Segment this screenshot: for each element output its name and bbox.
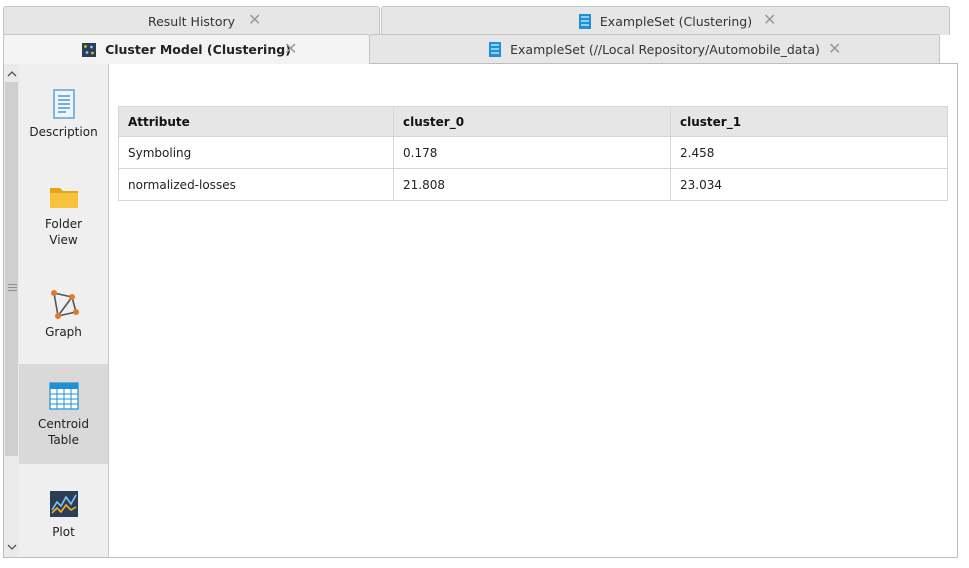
column-header-attribute[interactable]: Attribute xyxy=(118,106,394,137)
sidebar-item-folder-view[interactable]: Folder View xyxy=(19,180,108,260)
centroid-table: Attribute cluster_0 cluster_1 Symboling … xyxy=(118,106,948,201)
close-icon[interactable]: ✕ xyxy=(828,41,841,57)
cell-attribute: normalized-losses xyxy=(118,168,394,201)
chevron-down-icon[interactable] xyxy=(6,542,17,553)
sidebar-item-label: Centroid Table xyxy=(37,417,90,447)
close-icon[interactable]: ✕ xyxy=(248,12,261,28)
cell-cluster-0: 0.178 xyxy=(393,136,671,169)
results-panel: Description Folder View Graph Centroid T… xyxy=(3,63,958,558)
cell-cluster-0: 21.808 xyxy=(393,168,671,201)
table-row[interactable]: Symboling 0.178 2.458 xyxy=(118,136,948,169)
exampleset-icon xyxy=(489,42,502,57)
tab-exampleset-automobile[interactable]: ExampleSet (//Local Repository/Automobil… xyxy=(369,34,940,64)
sidebar-item-graph[interactable]: Graph xyxy=(19,288,108,348)
plot-icon xyxy=(49,491,78,517)
cell-cluster-1: 23.034 xyxy=(670,168,948,201)
scrollbar-thumb[interactable] xyxy=(5,82,18,456)
tab-label: ExampleSet (Clustering) xyxy=(599,13,753,29)
table-icon xyxy=(48,382,79,410)
sidebar-item-label: Graph xyxy=(45,325,82,339)
tab-label: ExampleSet (//Local Repository/Automobil… xyxy=(510,42,820,57)
tab-exampleset-clustering[interactable]: ExampleSet (Clustering) ✕ xyxy=(381,6,950,35)
chevron-up-icon[interactable] xyxy=(6,68,17,79)
cell-attribute: Symboling xyxy=(118,136,394,169)
document-icon xyxy=(52,89,75,119)
table-row[interactable]: normalized-losses 21.808 23.034 xyxy=(118,168,948,201)
tab-result-history[interactable]: Result History ✕ xyxy=(3,6,380,35)
sidebar-item-label: Plot xyxy=(52,525,75,539)
exampleset-icon xyxy=(578,13,591,29)
close-icon[interactable]: ✕ xyxy=(763,12,776,28)
sidebar-item-label: Folder View xyxy=(44,217,83,247)
sidebar-item-centroid-table[interactable]: Centroid Table xyxy=(19,364,108,464)
sidebar-item-plot[interactable]: Plot xyxy=(19,488,108,548)
cluster-model-icon xyxy=(82,42,97,57)
tab-label: Result History xyxy=(147,13,236,29)
tab-label: Cluster Model (Clustering) xyxy=(105,42,291,57)
view-sidebar: Description Folder View Graph Centroid T… xyxy=(4,64,109,557)
table-header-row: Attribute cluster_0 cluster_1 xyxy=(118,106,948,137)
sidebar-scrollbar[interactable] xyxy=(4,64,19,557)
folder-icon xyxy=(49,188,78,208)
column-header-cluster-0[interactable]: cluster_0 xyxy=(393,106,671,137)
graph-icon xyxy=(50,290,79,319)
tab-cluster-model[interactable]: Cluster Model (Clustering) ✕ xyxy=(3,34,370,64)
sidebar-item-label: Description xyxy=(29,125,98,139)
grip-icon xyxy=(8,284,17,293)
close-icon[interactable]: ✕ xyxy=(284,41,297,57)
column-header-cluster-1[interactable]: cluster_1 xyxy=(670,106,948,137)
cell-cluster-1: 2.458 xyxy=(670,136,948,169)
sidebar-item-description[interactable]: Description xyxy=(19,88,108,148)
